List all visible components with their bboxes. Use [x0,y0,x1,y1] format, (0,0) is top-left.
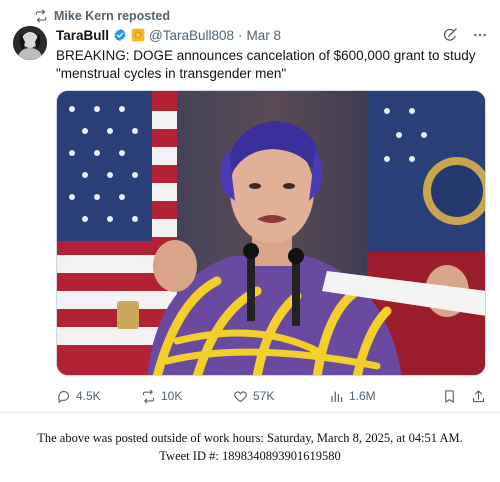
view-count: 1.6M [349,389,376,403]
views-button[interactable]: 1.6M [329,389,427,404]
more-icon[interactable] [472,27,488,43]
footer-posted-time: The above was posted outside of work hou… [37,431,463,445]
author-name[interactable]: TaraBull [56,28,109,43]
reply-count: 4.5K [76,389,101,403]
reply-button[interactable]: 4.5K [56,389,141,404]
tweet-photo[interactable] [56,90,486,376]
repost-icon [142,389,155,403]
share-icon[interactable] [471,389,486,404]
repost-count: 10K [161,389,183,403]
author-handle[interactable]: @TaraBull808 [149,28,234,43]
action-bar: 4.5K 10K 57K 1.6M [56,387,486,405]
analytics-icon [331,391,343,402]
like-button[interactable]: 57K [233,389,329,404]
avatar[interactable] [13,26,47,60]
grok-icon[interactable] [442,27,458,43]
footer-note: The above was posted outside of work hou… [0,412,500,482]
repost-button[interactable]: 10K [141,389,233,404]
tweet-text: BREAKING: DOGE announces cancelation of … [56,48,476,81]
like-count: 57K [253,389,275,403]
heart-icon [234,390,247,402]
bookmark-icon[interactable] [442,389,457,404]
repost-indicator[interactable]: Mike Kern reposted [34,8,170,24]
footer-tweet-id: Tweet ID #: 1898340893901619580 [159,449,341,463]
tweet-card[interactable]: Mike Kern reposted TaraBull @TaraBull808… [0,0,500,412]
affiliate-badge-icon [131,28,145,42]
tweet-header: TaraBull @TaraBull808 · Mar 8 [56,26,488,44]
reply-icon [58,390,70,403]
post-date[interactable]: Mar 8 [247,28,282,43]
separator-dot: · [238,27,243,43]
verified-badge-icon [114,28,126,42]
repost-label: Mike Kern reposted [54,9,171,23]
repost-icon [35,9,47,23]
